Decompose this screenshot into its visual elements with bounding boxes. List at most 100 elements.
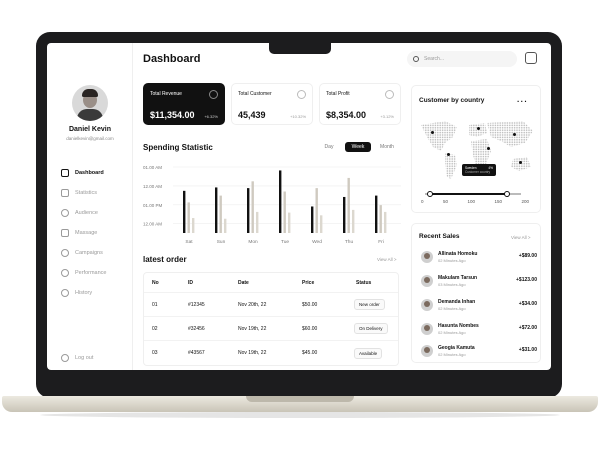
sidebar-item-statistics[interactable]: Statistics [61, 183, 107, 203]
card-label: Total Profit [326, 91, 350, 97]
sale-amount: +$123.00 [516, 277, 537, 283]
user-email: danielkevin@gmail.com [66, 136, 114, 141]
scale-tick: 50 [442, 199, 448, 204]
list-item[interactable]: Allinata Homoku 02 Minutes Ago +$89.00 [421, 248, 537, 272]
chart-bar [315, 188, 318, 233]
tab-month[interactable]: Month [374, 142, 400, 152]
orders-view-all-link[interactable]: View All > [377, 257, 397, 262]
sidebar-nav: Dashboard Statistics Audience Massage Ca… [61, 163, 107, 303]
map-marker[interactable] [513, 133, 516, 136]
map-marker[interactable] [431, 131, 434, 134]
order-date: Nov 19th, 22 [238, 325, 267, 332]
campaigns-icon [61, 249, 69, 257]
chart-xtick-label: Mon [248, 239, 258, 245]
orders-table: No ID Date Price Status 01 #12345 Nov 20… [143, 272, 399, 366]
message-icon [61, 229, 69, 237]
range-scale: 0 50 100 150 200 [421, 199, 529, 204]
logout-button[interactable]: Log out [61, 354, 93, 362]
recent-sales-title: Recent Sales [419, 233, 460, 240]
orders-title: latest order [143, 255, 187, 264]
list-item[interactable]: Demanda Inhan 02 Minutes Ago +$34.00 [421, 296, 537, 320]
sidebar-item-audience[interactable]: Audience [61, 203, 107, 223]
chart-ytick-label: 01.00 PM [143, 203, 163, 208]
tab-week[interactable]: Week [345, 142, 371, 152]
sidebar-item-campaigns[interactable]: Campaigns [61, 243, 107, 263]
card-change: +6.32% [204, 114, 218, 119]
chart-bar [320, 215, 323, 233]
card-value: $11,354.00 [150, 110, 195, 120]
card-label: Total Revenue [150, 91, 182, 97]
logout-icon [61, 354, 69, 362]
chart-xtick-label: Sun [217, 239, 226, 245]
search-input[interactable]: Search... [407, 51, 517, 67]
order-date: Nov 19th, 22 [238, 350, 267, 356]
sidebar-item-label: Dashboard [75, 170, 104, 176]
col-no: No [152, 279, 159, 286]
chart-bar [311, 206, 314, 233]
audience-icon [61, 209, 69, 217]
map-north-america [421, 121, 457, 151]
sales-view-all-link[interactable]: View All > [511, 235, 531, 240]
table-row[interactable]: 01 #12345 Nov 20th, 22 $50.00 New order [144, 293, 398, 317]
sidebar-item-history[interactable]: History [61, 283, 107, 303]
period-tabs: Day Week Month [313, 142, 400, 152]
status-badge: On Delivery [354, 323, 388, 334]
sale-time: 02 Minutes Ago [438, 330, 466, 335]
sidebar-item-label: Massage [75, 230, 98, 236]
order-date: Nov 20th, 22 [238, 301, 267, 308]
user-avatar[interactable] [72, 85, 108, 121]
sale-name: Hasunta Nombes [438, 323, 479, 329]
range-slider-max-handle[interactable] [503, 191, 510, 197]
map-marker[interactable] [477, 127, 480, 130]
sidebar: Daniel Kevin danielkevin@gmail.com Dashb… [47, 43, 133, 370]
list-item[interactable]: Geogia Kamuta 02 Minutes Ago +$31.00 [421, 342, 537, 366]
order-price: $60.00 [302, 325, 318, 332]
chart-xtick-label: Wed [312, 239, 322, 245]
card-change: +3.12% [380, 114, 394, 119]
order-price: $45.00 [302, 350, 318, 356]
sale-time: 02 Minutes Ago [438, 306, 466, 311]
table-row[interactable]: 03 #43567 Nov 19th, 22 $45.00 Available [144, 341, 398, 365]
card-label: Total Customer [238, 91, 272, 97]
sidebar-item-massage[interactable]: Massage [61, 223, 107, 243]
map-marker[interactable] [487, 147, 490, 150]
chart-bar [379, 205, 382, 233]
sale-amount: +$89.00 [518, 253, 537, 259]
card-value: $8,354.00 [326, 110, 367, 120]
list-item[interactable]: Makulam Tarsun 03 Minutes Ago +$123.00 [421, 272, 537, 296]
user-name: Daniel Kevin [68, 126, 111, 133]
sidebar-item-label: History [75, 290, 93, 296]
map-marker[interactable] [447, 153, 450, 156]
more-options-icon[interactable]: ··· [517, 97, 528, 106]
sidebar-item-dashboard[interactable]: Dashboard [61, 163, 107, 183]
sale-amount: +$31.00 [518, 347, 537, 353]
card-total-profit[interactable]: Total Profit $8,354.00 +3.12% [319, 83, 401, 125]
order-price: $50.00 [302, 301, 318, 308]
dashboard-icon [61, 169, 69, 177]
sidebar-item-label: Campaigns [75, 250, 103, 256]
map-marker[interactable] [519, 161, 522, 164]
sidebar-item-label: Performance [75, 270, 107, 276]
chart-xtick-label: Tue [281, 239, 289, 245]
sale-time: 02 Minutes Ago [438, 352, 466, 357]
range-slider-min-handle[interactable] [426, 191, 433, 197]
logout-label: Log out [75, 355, 94, 361]
chart-bar [187, 202, 190, 233]
map-asia [487, 121, 533, 147]
table-row[interactable]: 02 #32456 Nov 19th, 22 $60.00 On Deliver… [144, 317, 398, 341]
range-slider[interactable] [425, 191, 521, 197]
share-icon[interactable] [525, 52, 537, 64]
country-tooltip: Sweden 4% Customer country [462, 164, 496, 176]
page-title: Dashboard [143, 53, 201, 65]
order-id: #12345 [188, 301, 205, 308]
chart-bar [283, 191, 286, 233]
range-slider-fill [429, 193, 507, 195]
sidebar-item-performance[interactable]: Performance [61, 263, 107, 283]
sale-time: 02 Minutes Ago [438, 258, 466, 263]
card-total-revenue[interactable]: Total Revenue $11,354.00 +6.32% [143, 83, 225, 125]
list-item[interactable]: Hasunta Nombes 02 Minutes Ago +$72.00 [421, 320, 537, 344]
tab-day[interactable]: Day [316, 142, 342, 152]
col-status: Status [356, 279, 372, 286]
card-total-customer[interactable]: Total Customer 45,439 +10.32% [231, 83, 313, 125]
avatar [421, 299, 433, 311]
